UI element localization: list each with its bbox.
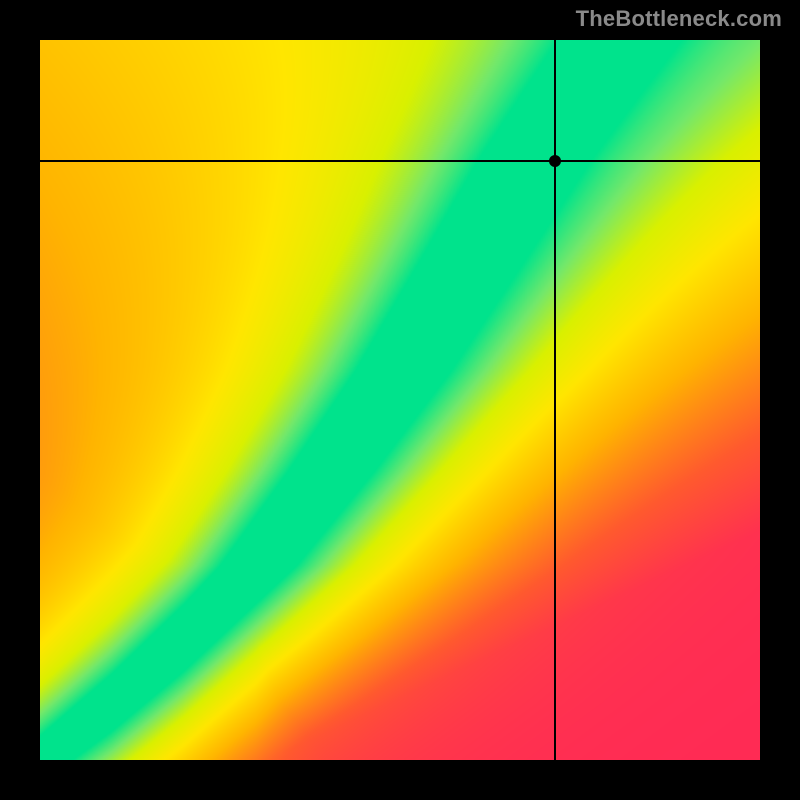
- crosshair-vertical: [554, 40, 556, 760]
- crosshair-horizontal: [40, 160, 760, 162]
- attribution-text: TheBottleneck.com: [576, 6, 782, 32]
- crosshair-marker: [549, 155, 561, 167]
- heatmap-canvas: [40, 40, 760, 760]
- heatmap-plot: [40, 40, 760, 760]
